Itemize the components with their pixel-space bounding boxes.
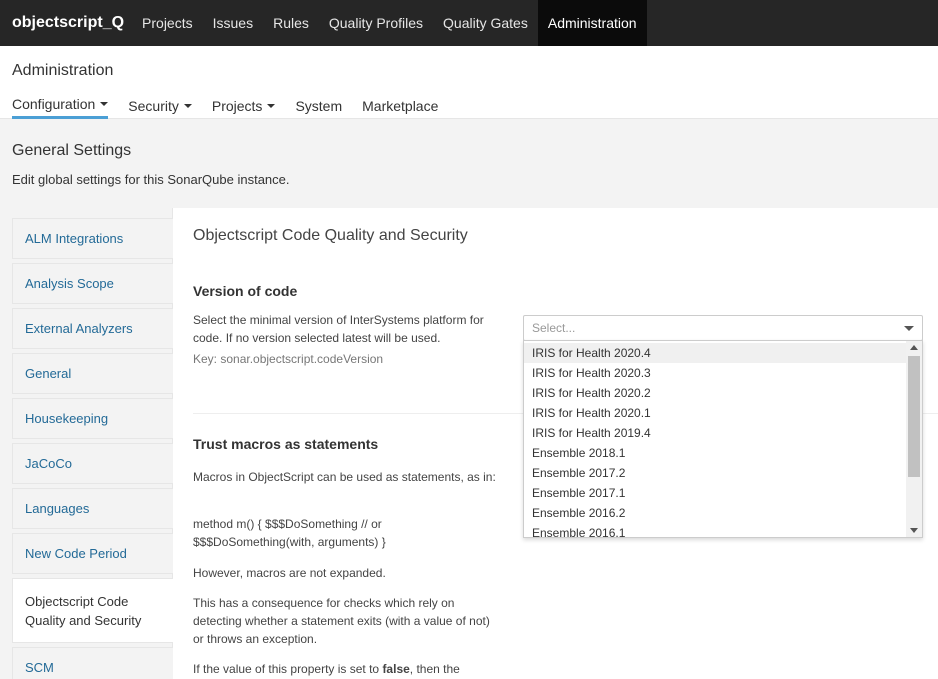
category-new-code-period[interactable]: New Code Period: [12, 533, 173, 574]
admin-title: Administration: [12, 62, 114, 79]
version-option[interactable]: Ensemble 2018.1: [524, 443, 906, 463]
tab-configuration[interactable]: Configuration: [12, 96, 109, 119]
tab-system[interactable]: System: [295, 96, 342, 119]
version-option[interactable]: IRIS for Health 2020.1: [524, 403, 906, 423]
brand-link[interactable]: objectscript_Q: [0, 0, 132, 46]
category-housekeeping[interactable]: Housekeeping: [12, 398, 173, 439]
version-option[interactable]: IRIS for Health 2019.4: [524, 423, 906, 443]
dropdown-scrollbar[interactable]: [906, 341, 922, 537]
chevron-down-icon[interactable]: [904, 326, 914, 331]
version-select-placeholder: Select...: [532, 321, 576, 335]
nav-rules[interactable]: Rules: [263, 0, 319, 46]
setting-macros-para2: method m() { $$$DoSomething // or $$$DoS…: [193, 517, 386, 549]
setting-macros-title: Trust macros as statements: [193, 436, 379, 452]
version-option[interactable]: Ensemble 2016.2: [524, 503, 906, 523]
version-option-list: IRIS for Health 2020.4 IRIS for Health 2…: [524, 343, 906, 537]
setting-version-key: Key: sonar.objectscript.codeVersion: [193, 352, 384, 366]
nav-projects[interactable]: Projects: [132, 0, 203, 46]
admin-tabs: Configuration Security Projects System M…: [12, 96, 458, 119]
setting-version-description: Select the minimal version of InterSyste…: [193, 313, 484, 345]
category-objectscript[interactable]: Objectscript Code Quality and Security: [12, 578, 173, 643]
setting-version-title: Version of code: [193, 283, 298, 299]
para5-bold: false: [382, 662, 410, 676]
category-scm[interactable]: SCM: [12, 647, 173, 679]
tab-system-label: System: [295, 97, 343, 114]
nav-issues[interactable]: Issues: [203, 0, 263, 46]
version-select[interactable]: Select...: [523, 315, 923, 341]
tab-security[interactable]: Security: [128, 96, 192, 119]
caret-down-icon: [100, 102, 109, 106]
scroll-up-arrow-icon[interactable]: [910, 345, 918, 350]
admin-header: Administration Configuration Security Pr…: [0, 46, 938, 119]
setting-macros-para3: However, macros are not expanded.: [193, 566, 386, 580]
para5-suffix: , then the: [409, 662, 460, 676]
scroll-down-arrow-icon[interactable]: [910, 528, 918, 533]
category-languages[interactable]: Languages: [12, 488, 173, 529]
page-title: General Settings: [12, 142, 132, 159]
tab-projects-label: Projects: [211, 97, 263, 114]
section-title: Objectscript Code Quality and Security: [193, 227, 468, 244]
page-description: Edit global settings for this SonarQube …: [12, 172, 290, 187]
scrollbar-thumb[interactable]: [908, 356, 920, 477]
category-menu: ALM Integrations Analysis Scope External…: [12, 218, 173, 679]
nav-quality-profiles[interactable]: Quality Profiles: [319, 0, 433, 46]
version-option[interactable]: Ensemble 2017.2: [524, 463, 906, 483]
tab-configuration-label: Configuration: [12, 96, 96, 112]
version-option[interactable]: IRIS for Health 2020.3: [524, 363, 906, 383]
setting-macros-para5: If the value of this property is set to …: [193, 660, 498, 678]
setting-macros-para1: Macros in ObjectScript can be used as st…: [193, 470, 496, 484]
top-navbar: objectscript_Q Projects Issues Rules Qua…: [0, 0, 938, 46]
category-external-analyzers[interactable]: External Analyzers: [12, 308, 173, 349]
version-dropdown-menu: IRIS for Health 2020.4 IRIS for Health 2…: [523, 340, 923, 538]
caret-down-icon: [267, 103, 276, 108]
version-option[interactable]: Ensemble 2017.1: [524, 483, 906, 503]
category-jacoco[interactable]: JaCoCo: [12, 443, 173, 484]
setting-macros-para4: This has a consequence for checks which …: [193, 596, 490, 646]
category-general[interactable]: General: [12, 353, 173, 394]
tab-projects[interactable]: Projects: [212, 96, 276, 119]
tab-security-label: Security: [128, 97, 179, 114]
nav-administration[interactable]: Administration: [537, 0, 647, 46]
nav-quality-gates[interactable]: Quality Gates: [433, 0, 538, 46]
category-analysis-scope[interactable]: Analysis Scope: [12, 263, 173, 304]
caret-down-icon: [183, 103, 192, 108]
category-alm-integrations[interactable]: ALM Integrations: [12, 218, 173, 259]
version-option[interactable]: IRIS for Health 2020.4: [524, 343, 906, 363]
tab-marketplace[interactable]: Marketplace: [362, 96, 438, 119]
version-option[interactable]: IRIS for Health 2020.2: [524, 383, 906, 403]
tab-marketplace-label: Marketplace: [362, 97, 439, 114]
version-option[interactable]: Ensemble 2016.1: [524, 523, 906, 537]
para5-prefix: If the value of this property is set to: [193, 662, 383, 676]
